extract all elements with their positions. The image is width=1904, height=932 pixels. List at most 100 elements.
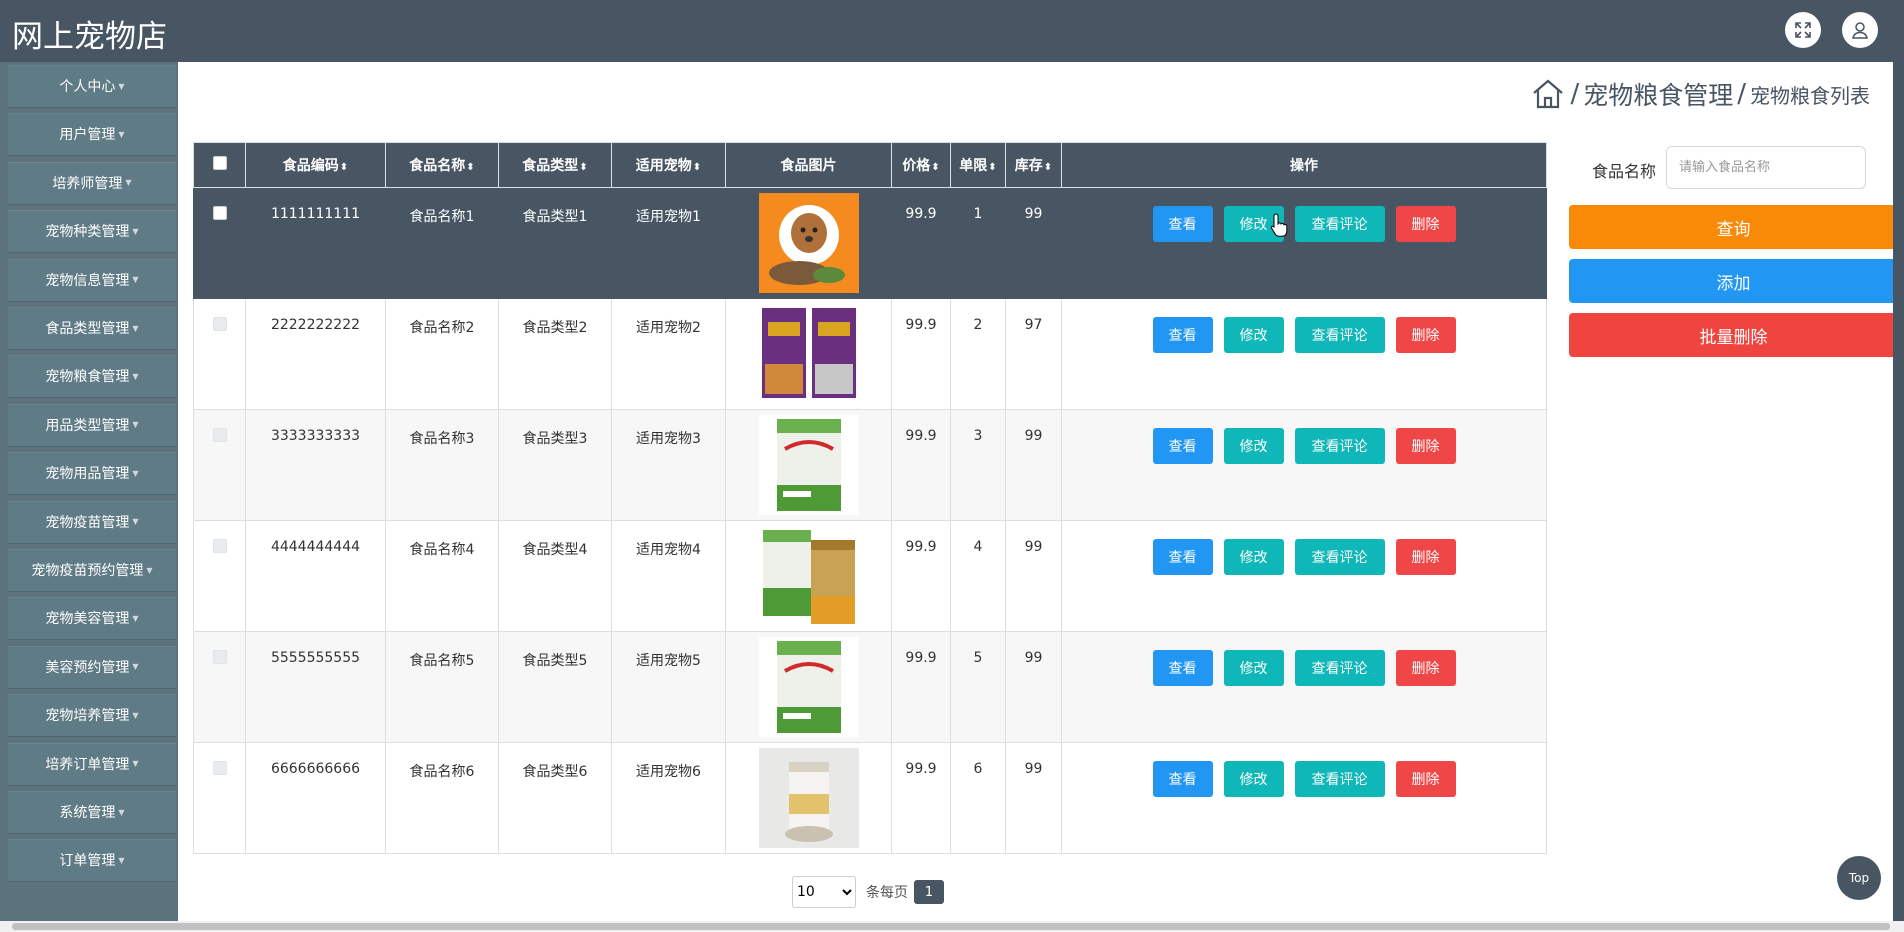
view-button[interactable]: 查看 (1152, 317, 1213, 353)
cell-type: 食品类型5 (498, 631, 612, 743)
sidebar-item[interactable]: 宠物疫苗管理 ▼ (8, 500, 176, 544)
row-checkbox[interactable] (212, 206, 227, 220)
header-code[interactable]: 食品编码⬍ (245, 142, 386, 188)
sidebar-item[interactable]: 美容预约管理 ▼ (8, 645, 176, 689)
sort-icon[interactable]: ⬍ (988, 162, 996, 173)
header-pet[interactable]: 适用宠物⬍ (611, 142, 726, 188)
delete-button[interactable]: 删除 (1395, 428, 1456, 464)
view-button[interactable]: 查看 (1152, 206, 1213, 242)
back-to-top-button[interactable]: Top (1837, 856, 1881, 900)
page-size-select[interactable]: 10 (792, 876, 856, 908)
view-comments-button[interactable]: 查看评论 (1294, 539, 1385, 575)
sidebar-item[interactable]: 食品类型管理 ▼ (8, 307, 176, 350)
view-comments-button[interactable]: 查看评论 (1294, 206, 1385, 242)
header-stock[interactable]: 库存⬍ (1005, 142, 1062, 188)
view-comments-button[interactable]: 查看评论 (1294, 650, 1385, 686)
sort-icon[interactable]: ⬍ (1044, 162, 1052, 173)
sort-icon[interactable]: ⬍ (466, 162, 474, 173)
view-button[interactable]: 查看 (1152, 650, 1213, 686)
edit-button[interactable]: 修改 (1223, 650, 1284, 686)
table-row[interactable]: 4444444444 食品名称4 食品类型4 适用宠物4 99.9 4 99 查看 修改 查看评论… (193, 520, 1547, 632)
user-icon[interactable] (1842, 12, 1878, 48)
table-row[interactable]: 6666666666 食品名称6 食品类型6 适用宠物6 99.9 6 99 查看 修改 查看评论… (193, 742, 1547, 854)
sidebar-item[interactable]: 系统管理 ▼ (8, 791, 176, 834)
cell-ops: 查看 修改 查看评论 删除 (1061, 187, 1547, 299)
row-checkbox[interactable] (212, 650, 227, 664)
cell-type: 食品类型1 (498, 187, 612, 299)
edit-button[interactable]: 修改 (1223, 428, 1284, 464)
add-button[interactable]: 添加 (1569, 259, 1898, 303)
sidebar-item[interactable]: 宠物疫苗预约管理 ▼ (8, 549, 176, 592)
sidebar-item[interactable]: 宠物信息管理 ▼ (8, 258, 176, 302)
cell-type: 食品类型2 (498, 298, 612, 410)
cell-limit: 5 (950, 631, 1006, 743)
table-row[interactable]: 5555555555 食品名称5 食品类型5 适用宠物5 99.9 5 99 查看 修改 查看评论… (193, 631, 1547, 743)
delete-button[interactable]: 删除 (1395, 761, 1456, 797)
view-button[interactable]: 查看 (1152, 428, 1213, 464)
sidebar-item[interactable]: 个人中心 ▼ (8, 65, 176, 108)
cell-stock: 99 (1005, 742, 1062, 854)
row-checkbox[interactable] (212, 428, 227, 442)
select-all-checkbox[interactable] (212, 156, 227, 170)
row-checkbox[interactable] (212, 539, 227, 553)
sidebar-item[interactable]: 培养师管理 ▼ (8, 161, 176, 205)
sidebar-item[interactable]: 用品类型管理 ▼ (8, 403, 176, 447)
table-row[interactable]: 3333333333 食品名称3 食品类型3 适用宠物3 99.9 3 99 查看 修改 查看评论… (193, 409, 1547, 521)
header-name[interactable]: 食品名称⬍ (385, 142, 499, 188)
delete-button[interactable]: 删除 (1395, 539, 1456, 575)
home-icon[interactable] (1530, 76, 1566, 112)
sidebar-item[interactable]: 宠物种类管理 ▼ (8, 210, 176, 254)
edit-button[interactable]: 修改 (1223, 317, 1284, 353)
page-number[interactable]: 1 (914, 880, 944, 904)
row-select-cell (193, 631, 246, 743)
cell-name: 食品名称6 (385, 742, 499, 854)
sort-icon[interactable]: ⬍ (693, 162, 701, 173)
delete-button[interactable]: 删除 (1395, 650, 1456, 686)
sidebar-item-label: 食品类型管理 (45, 321, 130, 337)
fullscreen-icon[interactable] (1785, 12, 1821, 48)
table-row[interactable]: 1111111111 食品名称1 食品类型1 适用宠物1 99.9 1 99 查看 修改 查看评论… (193, 187, 1547, 299)
sidebar-item[interactable]: 宠物培养管理 ▼ (8, 694, 176, 738)
vertical-scrollbar[interactable] (1893, 0, 1904, 921)
breadcrumb-section[interactable]: 宠物粮食管理 (1583, 76, 1733, 112)
cell-pet: 适用宠物2 (611, 298, 726, 410)
delete-button[interactable]: 删除 (1395, 206, 1456, 242)
sidebar-item[interactable]: 用户管理 ▼ (8, 113, 176, 157)
delete-button[interactable]: 删除 (1395, 317, 1456, 353)
view-comments-button[interactable]: 查看评论 (1294, 317, 1385, 353)
hand-cursor-icon (1270, 213, 1288, 237)
sidebar-item-label: 培养师管理 (52, 175, 123, 192)
header-limit[interactable]: 单限⬍ (950, 142, 1006, 188)
query-button[interactable]: 查询 (1569, 205, 1898, 249)
sort-icon[interactable]: ⬍ (931, 162, 939, 173)
sort-icon[interactable]: ⬍ (579, 162, 587, 173)
header-type[interactable]: 食品类型⬍ (498, 142, 612, 188)
search-input[interactable] (1666, 146, 1866, 189)
sidebar-item[interactable]: 培养订单管理 ▼ (8, 742, 176, 786)
view-button[interactable]: 查看 (1152, 539, 1213, 575)
table-row[interactable]: 2222222222 食品名称2 食品类型2 适用宠物2 99.9 2 97 查看 修改 查看评论… (193, 298, 1547, 410)
header-price[interactable]: 价格⬍ (891, 142, 951, 188)
edit-button[interactable]: 修改 (1223, 761, 1284, 797)
chevron-down-icon: ▼ (132, 759, 139, 769)
horizontal-scrollbar[interactable] (0, 921, 1904, 932)
batch-delete-button[interactable]: 批量删除 (1569, 313, 1898, 357)
sort-icon[interactable]: ⬍ (340, 162, 348, 173)
food-image (758, 748, 859, 848)
sidebar-item[interactable]: 宠物粮食管理 ▼ (8, 355, 176, 399)
row-checkbox[interactable] (212, 761, 227, 775)
row-checkbox[interactable] (212, 317, 227, 331)
sidebar-item-label: 个人中心 (59, 79, 116, 95)
scrollbar-thumb[interactable] (12, 923, 1890, 930)
sidebar-item[interactable]: 宠物美容管理 ▼ (8, 597, 176, 641)
cell-price: 99.9 (891, 631, 951, 743)
view-comments-button[interactable]: 查看评论 (1294, 761, 1385, 797)
cell-pet: 适用宠物5 (611, 631, 726, 743)
sidebar-item[interactable]: 订单管理 ▼ (8, 839, 176, 883)
edit-button[interactable]: 修改 (1223, 539, 1284, 575)
view-comments-button[interactable]: 查看评论 (1294, 428, 1385, 464)
view-button[interactable]: 查看 (1152, 761, 1213, 797)
cell-stock: 97 (1005, 298, 1062, 410)
sidebar-item[interactable]: 宠物用品管理 ▼ (8, 452, 176, 496)
sidebar-item-label: 宠物粮食管理 (45, 369, 130, 386)
